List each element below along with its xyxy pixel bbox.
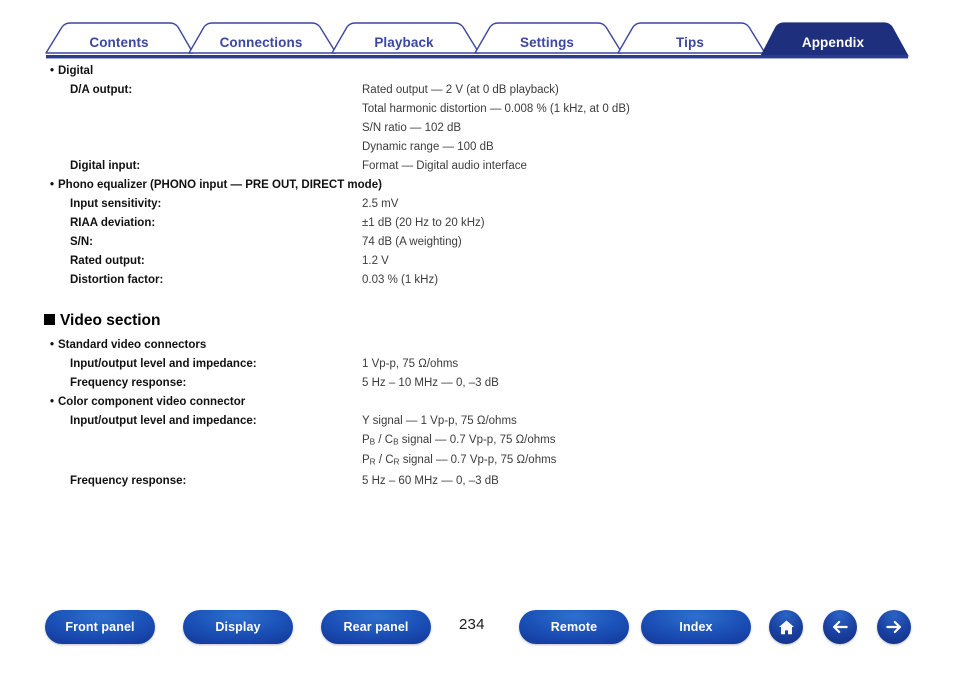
pr-mid: / C: [375, 454, 394, 467]
tab-bar-shapes: [45, 22, 909, 59]
specifications-content: Digital D/A output: Rated output — 2 V (…: [0, 62, 954, 491]
spec-row-input-sensitivity: Input sensitivity: 2.5 mV: [0, 195, 954, 214]
spec-row-distortion-factor: Distortion factor: 0.03 % (1 kHz): [0, 271, 954, 290]
group-heading-digital: Digital: [0, 62, 954, 81]
spec-label: S/N:: [70, 236, 93, 248]
spec-value: Format — Digital audio interface: [362, 160, 527, 172]
spec-row-digital-input: Digital input: Format — Digital audio in…: [0, 157, 954, 176]
spec-value: 1 Vp-p, 75 Ω/ohms: [362, 358, 459, 370]
home-icon: [777, 618, 796, 637]
group-heading-phono-equalizer: Phono equalizer (PHONO input — PRE OUT, …: [0, 176, 954, 195]
index-button[interactable]: Index: [641, 610, 751, 644]
spec-row-riaa-deviation: RIAA deviation: ±1 dB (20 Hz to 20 kHz): [0, 214, 954, 233]
spec-values: 74 dB (A weighting): [362, 233, 954, 252]
spec-row-rated-output: Rated output: 1.2 V: [0, 252, 954, 271]
tab-connections-label[interactable]: Connections: [220, 35, 303, 50]
spec-value: 2.5 mV: [362, 198, 399, 210]
spec-values: 0.03 % (1 kHz): [362, 271, 954, 290]
spec-value-pr-cr: PR / CR signal — 0.7 Vp-p, 75 Ω/ohms: [362, 451, 954, 471]
spec-label: Frequency response:: [70, 474, 187, 487]
arrow-left-icon: [830, 617, 850, 637]
spec-value: Y signal — 1 Vp-p, 75 Ω/ohms: [362, 415, 517, 427]
page-number: 234: [459, 616, 485, 633]
display-button[interactable]: Display: [183, 610, 293, 644]
spec-row-da-output: D/A output: Rated output — 2 V (at 0 dB …: [0, 81, 954, 157]
spec-label: Input sensitivity:: [70, 198, 162, 210]
spec-values: 2.5 mV: [362, 195, 954, 214]
spec-label: Distortion factor:: [70, 274, 164, 286]
tab-playback-label[interactable]: Playback: [374, 35, 433, 50]
forward-button[interactable]: [877, 610, 911, 644]
spec-label: Frequency response:: [70, 377, 187, 389]
spec-values: Y signal — 1 Vp-p, 75 Ω/ohms PB / CB sig…: [362, 412, 954, 472]
spec-values: Format — Digital audio interface: [362, 157, 954, 176]
remote-button[interactable]: Remote: [519, 610, 629, 644]
spec-values: ±1 dB (20 Hz to 20 kHz): [362, 214, 954, 233]
spec-row-standard-io-level: Input/output level and impedance: 1 Vp-p…: [0, 355, 954, 374]
pr-suffix: signal — 0.7 Vp-p, 75 Ω/ohms: [399, 454, 557, 467]
spec-label: D/A output:: [70, 84, 133, 96]
spec-values: 1.2 V: [362, 252, 954, 271]
pb-suffix: signal — 0.7 Vp-p, 75 Ω/ohms: [398, 434, 556, 446]
group-heading-standard-video: Standard video connectors: [0, 336, 954, 355]
pb-prefix: P: [362, 434, 370, 446]
spec-value: 5 Hz – 10 MHz — 0, –3 dB: [362, 377, 499, 389]
spec-values: 5 Hz – 10 MHz — 0, –3 dB: [362, 374, 954, 393]
spec-value: 1.2 V: [362, 255, 389, 267]
spec-value: S/N ratio — 102 dB: [362, 122, 462, 134]
tab-contents-label[interactable]: Contents: [89, 35, 148, 50]
home-button[interactable]: [769, 610, 803, 644]
spec-row-component-frequency-response: Frequency response: 5 Hz – 60 MHz — 0, –…: [0, 472, 954, 491]
section-heading-video-text: Video section: [60, 312, 161, 329]
spec-value: 0.03 % (1 kHz): [362, 274, 439, 286]
rear-panel-button[interactable]: Rear panel: [321, 610, 431, 644]
spec-label: Digital input:: [70, 160, 141, 172]
spec-values: Rated output — 2 V (at 0 dB playback) To…: [362, 81, 954, 157]
spec-row-sn: S/N: 74 dB (A weighting): [0, 233, 954, 252]
pb-mid: / C: [375, 434, 394, 446]
section-heading-video: Video section: [0, 310, 954, 332]
spec-value-pb-cb: PB / CB signal — 0.7 Vp-p, 75 Ω/ohms: [362, 431, 954, 451]
spec-row-standard-frequency-response: Frequency response: 5 Hz – 10 MHz — 0, –…: [0, 374, 954, 393]
spec-values: 1 Vp-p, 75 Ω/ohms: [362, 355, 954, 374]
tab-bar-rule: [46, 55, 908, 59]
spec-label: RIAA deviation:: [70, 217, 156, 229]
page-root: Contents Connections Playback Settings T…: [0, 0, 954, 673]
pr-prefix: P: [362, 454, 370, 467]
spec-value: Rated output — 2 V (at 0 dB playback): [362, 84, 559, 96]
tab-settings-label[interactable]: Settings: [520, 35, 574, 50]
spec-row-component-io-level: Input/output level and impedance: Y sign…: [0, 412, 954, 472]
spec-value: 5 Hz – 60 MHz — 0, –3 dB: [362, 474, 499, 487]
front-panel-button[interactable]: Front panel: [45, 610, 155, 644]
spec-value: ±1 dB (20 Hz to 20 kHz): [362, 217, 485, 229]
spec-value: 74 dB (A weighting): [362, 236, 462, 248]
spec-label: Input/output level and impedance:: [70, 415, 257, 427]
spec-values: 5 Hz – 60 MHz — 0, –3 dB: [362, 472, 954, 491]
spec-label: Rated output:: [70, 255, 145, 267]
spec-value: Dynamic range — 100 dB: [362, 141, 494, 153]
tab-appendix-label[interactable]: Appendix: [802, 35, 864, 50]
back-button[interactable]: [823, 610, 857, 644]
spec-label: Input/output level and impedance:: [70, 358, 257, 370]
group-heading-color-component-video: Color component video connector: [0, 393, 954, 412]
tab-tips-label[interactable]: Tips: [676, 35, 704, 50]
square-bullet-icon: [44, 314, 55, 325]
spec-value: Total harmonic distortion — 0.008 % (1 k…: [362, 103, 630, 115]
tab-bar: Contents Connections Playback Settings T…: [0, 0, 954, 62]
arrow-right-icon: [884, 617, 904, 637]
